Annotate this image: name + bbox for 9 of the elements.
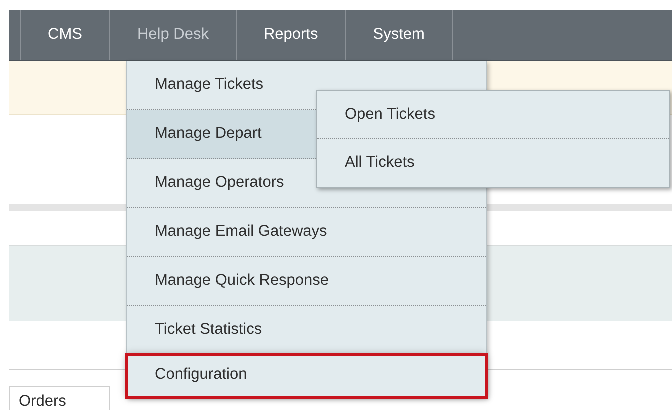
nav-item[interactable]: System (346, 10, 452, 60)
menu-item[interactable]: Ticket Statistics (127, 306, 486, 355)
submenu-item[interactable]: Open Tickets (317, 91, 669, 139)
menu-item[interactable]: Manage Email Gateways (127, 208, 486, 257)
menu-item[interactable]: Configuration (127, 355, 486, 397)
menu-item[interactable]: Manage Quick Response (127, 257, 486, 306)
nav-item[interactable]: CMS (21, 10, 110, 60)
tab[interactable]: Orders (9, 386, 110, 410)
nav-item[interactable]: Reports (236, 10, 346, 60)
